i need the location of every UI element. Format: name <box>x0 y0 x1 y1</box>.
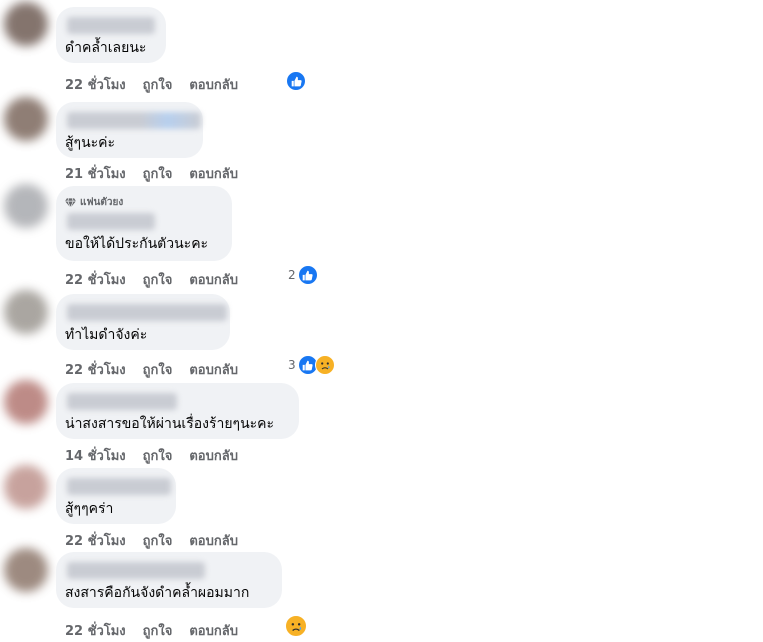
reaction-summary[interactable]: 3 <box>288 355 335 375</box>
comment-bubble: น่าสงสารขอให้ผ่านเรื่องร้ายๆนะคะ <box>56 383 299 439</box>
comment-text: ทำไมดำจังค่ะ <box>65 327 148 343</box>
comment-bubble: แฟนตัวยง ขอให้ได้ประกันตัวนะคะ <box>56 186 232 261</box>
comment-text: ขอให้ได้ประกันตัวนะคะ <box>65 236 209 252</box>
timestamp[interactable]: 22 ชั่วโมง <box>65 359 126 380</box>
reaction-summary[interactable]: 2 <box>288 265 318 285</box>
avatar[interactable] <box>4 2 48 46</box>
reaction-summary[interactable] <box>286 71 306 91</box>
comment-actions: 22 ชั่วโมง ถูกใจ ตอบกลับ <box>65 530 238 551</box>
timestamp[interactable]: 22 ชั่วโมง <box>65 530 126 551</box>
reaction-count: 2 <box>288 268 296 282</box>
like-icon <box>297 265 318 285</box>
reply-button[interactable]: ตอบกลับ <box>189 163 238 184</box>
reply-button[interactable]: ตอบกลับ <box>189 74 238 95</box>
like-button[interactable]: ถูกใจ <box>143 269 173 290</box>
avatar[interactable] <box>4 97 48 141</box>
comment-text: สงสารคือกันจังดำคล้ำผอมมาก <box>65 585 250 601</box>
sad-icon <box>314 355 335 375</box>
timestamp[interactable]: 21 ชั่วโมง <box>65 163 126 184</box>
author-name-blurred[interactable] <box>67 213 155 230</box>
avatar[interactable] <box>4 184 48 228</box>
avatar[interactable] <box>4 290 48 334</box>
comment-bubble: ทำไมดำจังค่ะ <box>56 294 230 350</box>
like-button[interactable]: ถูกใจ <box>143 445 173 466</box>
timestamp[interactable]: 22 ชั่วโมง <box>65 74 126 95</box>
badge-label: แฟนตัวยง <box>80 196 124 208</box>
avatar[interactable] <box>4 548 48 592</box>
sad-icon <box>285 615 307 637</box>
comment-text: ดำคล้ำเลยนะ <box>65 40 147 56</box>
reply-button[interactable]: ตอบกลับ <box>189 620 238 641</box>
avatar[interactable] <box>4 465 48 509</box>
author-name-blurred[interactable] <box>67 17 155 34</box>
author-name-blurred[interactable] <box>67 393 177 410</box>
top-fan-badge[interactable]: แฟนตัวยง <box>65 194 222 210</box>
comment-actions: 22 ชั่วโมง ถูกใจ ตอบกลับ <box>65 359 238 380</box>
comment-actions: 14 ชั่วโมง ถูกใจ ตอบกลับ <box>65 445 238 466</box>
reaction-count: 3 <box>288 358 296 372</box>
comment-actions: 22 ชั่วโมง ถูกใจ ตอบกลับ <box>65 269 238 290</box>
reply-button[interactable]: ตอบกลับ <box>189 269 238 290</box>
timestamp[interactable]: 14 ชั่วโมง <box>65 445 126 466</box>
author-name-blurred[interactable] <box>67 112 201 129</box>
like-button[interactable]: ถูกใจ <box>143 620 173 641</box>
diamond-icon <box>65 193 76 212</box>
comment-bubble: ดำคล้ำเลยนะ <box>56 7 166 63</box>
comment-actions: 21 ชั่วโมง ถูกใจ ตอบกลับ <box>65 163 238 184</box>
comment-actions: 22 ชั่วโมง ถูกใจ ตอบกลับ <box>65 620 238 641</box>
like-button[interactable]: ถูกใจ <box>143 74 173 95</box>
comment-text: สู้ๆนะค่ะ <box>65 135 116 151</box>
reply-button[interactable]: ตอบกลับ <box>189 445 238 466</box>
comment-bubble: สู้ๆๆคร่า <box>56 468 176 524</box>
timestamp[interactable]: 22 ชั่วโมง <box>65 269 126 290</box>
author-name-blurred[interactable] <box>67 562 205 579</box>
avatar[interactable] <box>4 380 48 424</box>
like-button[interactable]: ถูกใจ <box>143 359 173 380</box>
timestamp[interactable]: 22 ชั่วโมง <box>65 620 126 641</box>
like-icon <box>286 71 306 91</box>
comment-actions: 22 ชั่วโมง ถูกใจ ตอบกลับ <box>65 74 238 95</box>
comment-text: สู้ๆๆคร่า <box>65 501 114 517</box>
author-name-blurred[interactable] <box>67 478 171 495</box>
reply-button[interactable]: ตอบกลับ <box>189 359 238 380</box>
reaction-summary[interactable] <box>285 615 307 637</box>
comment-bubble: สู้ๆนะค่ะ <box>56 102 203 158</box>
comment-bubble: สงสารคือกันจังดำคล้ำผอมมาก <box>56 552 282 608</box>
like-button[interactable]: ถูกใจ <box>143 163 173 184</box>
comment-text: น่าสงสารขอให้ผ่านเรื่องร้ายๆนะคะ <box>65 416 275 432</box>
reply-button[interactable]: ตอบกลับ <box>189 530 238 551</box>
author-name-blurred[interactable] <box>67 304 227 321</box>
like-button[interactable]: ถูกใจ <box>143 530 173 551</box>
